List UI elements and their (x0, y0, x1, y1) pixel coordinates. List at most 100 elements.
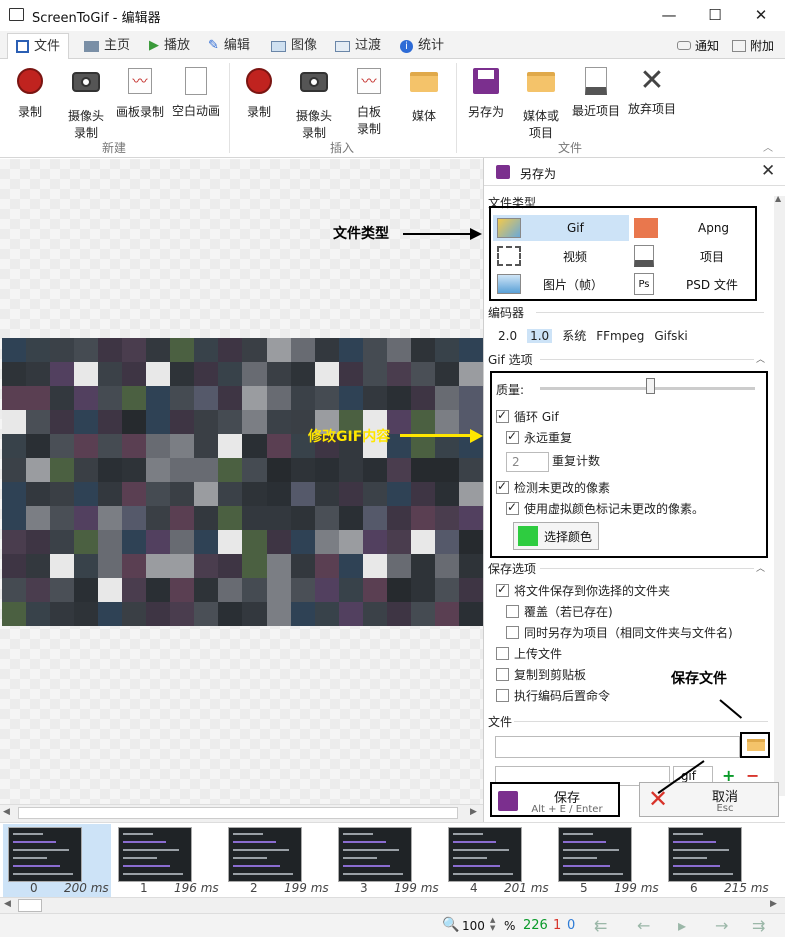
pixel-block (434, 554, 459, 578)
loop-forever-checkbox[interactable] (506, 429, 519, 444)
post-encode-option[interactable]: 执行编码后置命令 (496, 687, 610, 704)
tab-transition[interactable]: 过渡 (327, 33, 389, 59)
clipboard-checkbox[interactable] (496, 668, 509, 681)
save-project-option[interactable]: 同时另存为项目（相同文件夹与文件名) (506, 624, 733, 641)
frame-thumbnail[interactable] (118, 827, 192, 882)
tab-play[interactable]: ▶ 播放 (141, 33, 198, 59)
loop-forever-option[interactable]: 永远重复 (506, 429, 572, 446)
zoom-value[interactable]: 100 (462, 919, 485, 933)
minimize-button[interactable]: — (646, 0, 692, 31)
recent-projects-button[interactable]: 最近项目 (568, 65, 624, 120)
encoder-2-0[interactable]: 2.0 (498, 329, 517, 343)
post-encode-checkbox[interactable] (496, 689, 509, 702)
pixel-block (434, 482, 459, 506)
detect-unchanged-checkbox[interactable] (496, 479, 509, 494)
horizontal-scrollbar[interactable]: ◀ ▶ (0, 804, 483, 822)
next-frame-icon[interactable]: → (715, 916, 728, 935)
zoom-spinner-icon[interactable]: ▲ ▼ (490, 916, 495, 932)
webcam-record-button[interactable]: 摄像头 录制 (58, 65, 114, 142)
pixel-block (314, 338, 339, 362)
frame-thumbnail[interactable] (228, 827, 302, 882)
quality-slider-thumb[interactable] (646, 378, 655, 394)
collapse-icon[interactable]: ︿ (756, 352, 765, 365)
scroll-right-icon[interactable]: ▶ (470, 807, 477, 817)
frame-thumbnail[interactable] (8, 827, 82, 882)
frame-strip-scrollbar[interactable]: ◀ ▶ (0, 897, 785, 913)
collapse-ribbon-icon[interactable]: ︿ (763, 139, 773, 154)
encoder-ffmpeg[interactable]: FFmpeg (596, 329, 644, 343)
browse-folder-button[interactable] (740, 732, 770, 758)
frame-thumbnail[interactable] (668, 827, 742, 882)
save-button[interactable]: 保存 Alt + E / Enter (490, 782, 620, 817)
pixel-block (314, 602, 339, 626)
upload-option[interactable]: 上传文件 (496, 645, 562, 662)
scroll-left-icon[interactable]: ◀ (3, 807, 10, 817)
frame-thumbnail[interactable] (448, 827, 522, 882)
detect-unchanged-option[interactable]: 检测未更改的像素 (496, 479, 610, 496)
save-to-folder-option[interactable]: 将文件保存到你选择的文件夹 (496, 582, 670, 599)
loop-gif-option[interactable]: 循环 Gif (496, 408, 559, 425)
scroll-left-icon[interactable]: ◀ (4, 899, 11, 909)
scroll-thumb[interactable] (18, 807, 458, 819)
insert-webcam-button[interactable]: 摄像头 录制 (286, 65, 342, 142)
pixel-block (26, 338, 51, 362)
scroll-thumb[interactable] (18, 899, 42, 912)
overwrite-option[interactable]: 覆盖（若已存在) (506, 603, 613, 620)
upload-checkbox[interactable] (496, 647, 509, 660)
discard-project-button[interactable]: ✕ 放弃项目 (624, 65, 680, 118)
previous-frame-icon[interactable]: ← (637, 916, 650, 935)
attach-button[interactable]: 附加 (732, 37, 774, 54)
encoder-system[interactable]: 系统 (562, 327, 586, 344)
tab-file[interactable]: 文件 (7, 33, 70, 60)
panel-scrollbar[interactable] (774, 196, 785, 796)
choose-color-button[interactable]: 选择颜色 (513, 522, 599, 550)
tab-edit[interactable]: ✎ 编辑 (200, 33, 258, 59)
pixel-block (170, 578, 195, 602)
save-project-checkbox[interactable] (506, 626, 519, 639)
dummy-color-option[interactable]: 使用虚拟颜色标记未更改的像素。 (506, 500, 704, 517)
insert-record-button[interactable]: 录制 (231, 65, 287, 121)
maximize-button[interactable]: ☐ (692, 0, 738, 31)
folder-path-input[interactable] (495, 736, 740, 758)
clipboard-option[interactable]: 复制到剪贴板 (496, 666, 586, 683)
thumbnail-line (123, 873, 183, 875)
pixel-block (98, 434, 123, 458)
close-button[interactable]: ✕ (738, 0, 784, 31)
tab-stats[interactable]: i 统计 (392, 33, 452, 59)
notify-button[interactable]: 通知 (677, 37, 719, 54)
first-frame-icon[interactable]: ⇇ (594, 916, 607, 935)
tab-image[interactable]: 图像 (263, 33, 325, 59)
insert-media-button[interactable]: 媒体 (396, 65, 452, 125)
app-icon (9, 8, 24, 21)
scroll-right-icon[interactable]: ▶ (770, 899, 777, 909)
frame-thumbnail[interactable] (338, 827, 412, 882)
pixel-block (362, 458, 387, 482)
last-frame-icon[interactable]: ⇉ (752, 916, 765, 935)
frame-thumbnail[interactable] (558, 827, 632, 882)
close-panel-icon[interactable]: ✕ (761, 161, 775, 181)
frame-duration: 201 ms (504, 881, 549, 895)
pixel-block (2, 578, 27, 602)
encoder-1-0[interactable]: 1.0 (527, 328, 553, 343)
play-icon[interactable]: ▸ (678, 916, 686, 935)
encoder-gifski[interactable]: Gifski (654, 329, 687, 343)
record-button[interactable]: 录制 (2, 65, 58, 121)
insert-board-button[interactable]: 〰 白板 录制 (341, 65, 397, 138)
tab-home[interactable]: 主页 (76, 33, 138, 59)
scroll-up-icon[interactable]: ▲ (775, 194, 781, 203)
cancel-button[interactable]: ✕ 取消 Esc (639, 782, 779, 817)
repeat-count-input[interactable]: 2 (506, 452, 549, 472)
dummy-color-checkbox[interactable] (506, 500, 519, 515)
pixel-block (386, 362, 411, 386)
button-label: 最近项目 (571, 104, 620, 118)
overwrite-checkbox[interactable] (506, 605, 519, 618)
board-record-button[interactable]: 〰 画板录制 (112, 65, 168, 121)
save-to-folder-checkbox[interactable] (496, 582, 509, 597)
blank-animation-button[interactable]: 空白动画 (168, 65, 224, 120)
save-as-button[interactable]: 另存为 (458, 65, 514, 121)
collapse-icon[interactable]: ︿ (756, 561, 765, 574)
media-or-project-button[interactable]: 媒体或 项目 (513, 65, 569, 142)
loop-gif-checkbox[interactable] (496, 408, 509, 423)
color-swatch (518, 526, 538, 546)
pixel-block (458, 602, 483, 626)
